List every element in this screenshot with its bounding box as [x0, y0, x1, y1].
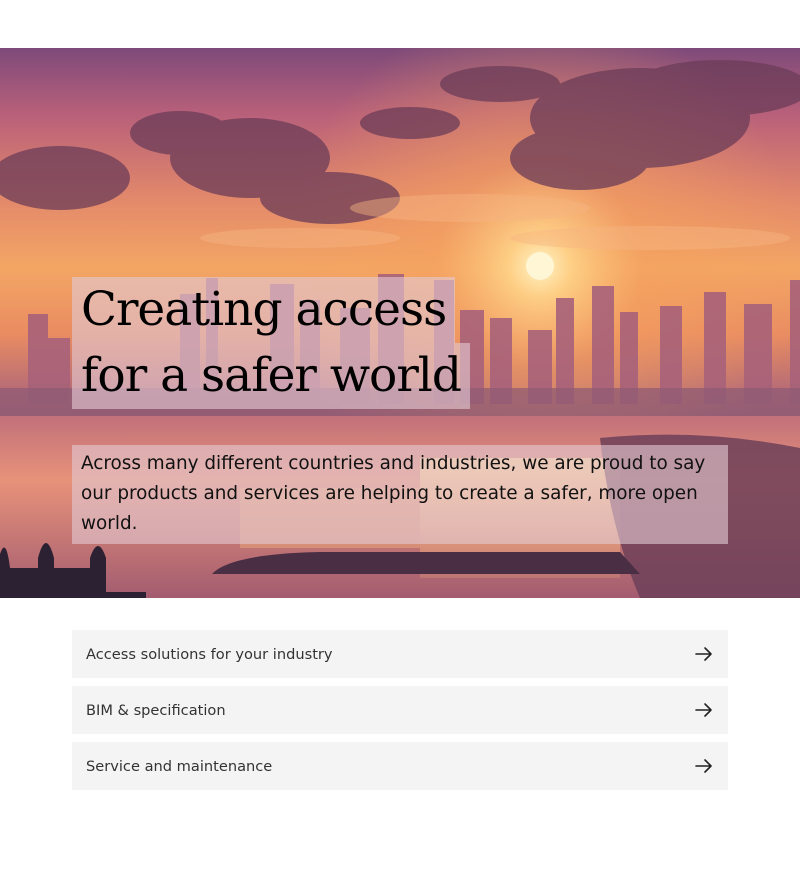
- quick-links: Access solutions for your industry BIM &…: [72, 630, 728, 798]
- link-service-maintenance[interactable]: Service and maintenance: [72, 742, 728, 790]
- hero-headline: Creating access for a safer world: [72, 277, 470, 409]
- arrow-right-icon: [695, 647, 712, 661]
- hero-headline-line: Creating access: [72, 277, 456, 343]
- link-label: Service and maintenance: [86, 757, 273, 775]
- hero-lede: Across many different countries and indu…: [72, 445, 728, 544]
- link-label: BIM & specification: [86, 701, 226, 719]
- link-bim-specification[interactable]: BIM & specification: [72, 686, 728, 734]
- hero-headline-line: for a safer world: [72, 343, 470, 409]
- link-access-solutions[interactable]: Access solutions for your industry: [72, 630, 728, 678]
- arrow-right-icon: [695, 759, 712, 773]
- arrow-right-icon: [695, 703, 712, 717]
- link-label: Access solutions for your industry: [86, 645, 333, 663]
- hero-banner: Creating access for a safer world Across…: [0, 48, 800, 598]
